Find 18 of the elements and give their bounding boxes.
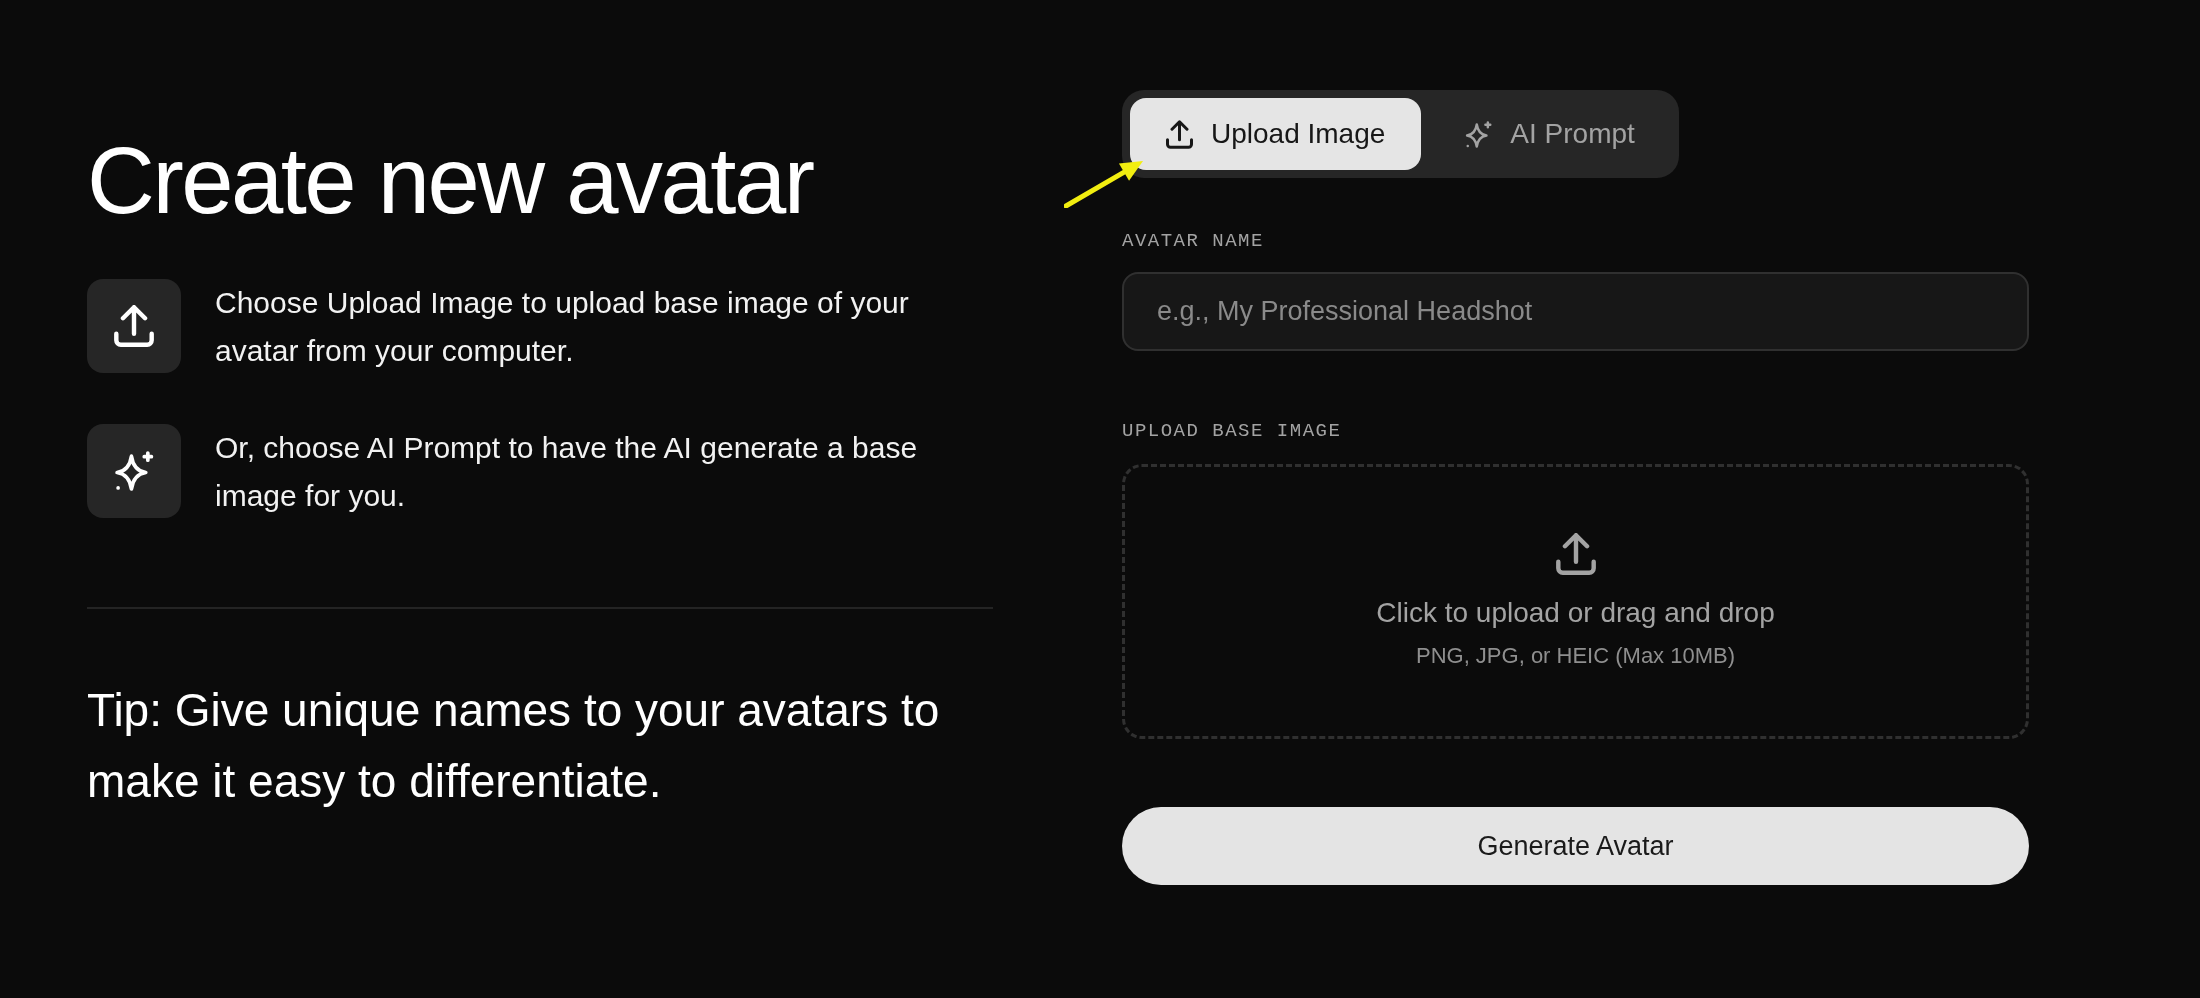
upload-icon <box>87 279 181 373</box>
avatar-name-field[interactable]: e.g., My Professional Headshot <box>1122 272 2029 351</box>
field-label: UPLOAD BASE IMAGE <box>1122 419 1342 443</box>
field-label: AVATAR NAME <box>1122 229 1264 253</box>
upload-dropzone[interactable]: Click to upload or drag and drop PNG, JPG, or HEIC (Max 10MB) <box>1122 464 2029 739</box>
step-description: Or, choose AI Prompt to have the AI generate a base image for you. <box>215 430 919 514</box>
step-description: Choose Upload Image to upload base image of your avatar from your computer. <box>215 285 910 369</box>
sparkle-icon <box>87 424 181 518</box>
upload-icon <box>1555 532 1596 575</box>
mode-tab[interactable]: Upload Image <box>1130 98 1422 170</box>
upload-prompt: Click to upload or drag and drop <box>1376 595 1775 630</box>
page-title: Create new avatar <box>87 127 813 235</box>
mode-tab[interactable]: AI Prompt <box>1429 98 1671 170</box>
file-format-hint: PNG, JPG, or HEIC (Max 10MB) <box>1415 641 1736 670</box>
upload-icon <box>1166 119 1193 149</box>
tip-text: Tip: Give unique names to your avatars to make it easy to differentiate. <box>87 683 941 809</box>
generate-avatar-button[interactable]: Generate Avatar <box>1122 807 2029 885</box>
sparkle-icon <box>1465 119 1493 149</box>
